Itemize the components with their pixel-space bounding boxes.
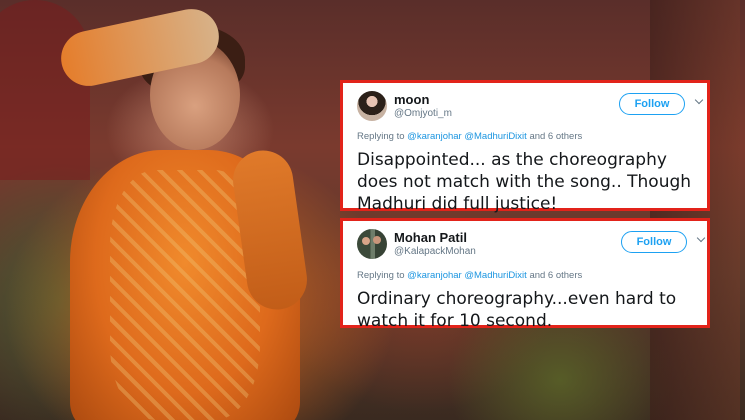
- mention-link[interactable]: @MadhuriDixit: [464, 131, 526, 142]
- chevron-down-icon[interactable]: [695, 233, 709, 247]
- follow-button[interactable]: Follow: [619, 93, 685, 115]
- reply-suffix: and 6 others: [529, 131, 583, 142]
- dancer-dress: [70, 150, 300, 420]
- background-photo: moon @Omjyoti_m Follow Replying to @kara…: [0, 0, 745, 420]
- mention-link[interactable]: @karanjohar: [407, 131, 462, 142]
- dancer-face: [150, 40, 240, 150]
- avatar[interactable]: [357, 229, 387, 259]
- reply-suffix: and 6 others: [529, 270, 583, 281]
- dancer-hair: [140, 25, 245, 95]
- chevron-down-icon[interactable]: [693, 95, 707, 109]
- user-handle[interactable]: @Omjyoti_m: [394, 108, 452, 119]
- dress-embroidery: [110, 170, 260, 420]
- reply-context: Replying to @karanjohar @MadhuriDixit an…: [357, 270, 582, 281]
- reply-prefix: Replying to: [357, 131, 405, 142]
- dancer-raised-arm: [56, 3, 224, 92]
- tweet-text: Ordinary choreography...even hard to wat…: [357, 289, 677, 331]
- avatar[interactable]: [357, 91, 387, 121]
- reply-context: Replying to @karanjohar @MadhuriDixit an…: [357, 131, 582, 142]
- tweet-card: moon @Omjyoti_m Follow Replying to @kara…: [340, 80, 710, 214]
- mention-link[interactable]: @MadhuriDixit: [464, 270, 526, 281]
- background-arch: [0, 0, 90, 180]
- user-name[interactable]: moon: [394, 92, 429, 107]
- follow-button[interactable]: Follow: [621, 231, 687, 253]
- mention-link[interactable]: @karanjohar: [407, 270, 462, 281]
- dancer-arm: [229, 146, 311, 314]
- user-handle[interactable]: @KalapackMohan: [394, 246, 476, 257]
- tweet-text: Disappointed... as the choreography does…: [357, 150, 692, 214]
- user-name[interactable]: Mohan Patil: [394, 230, 467, 245]
- tweet-card: Mohan Patil @KalapackMohan Follow Replyi…: [340, 218, 710, 331]
- reply-prefix: Replying to: [357, 270, 405, 281]
